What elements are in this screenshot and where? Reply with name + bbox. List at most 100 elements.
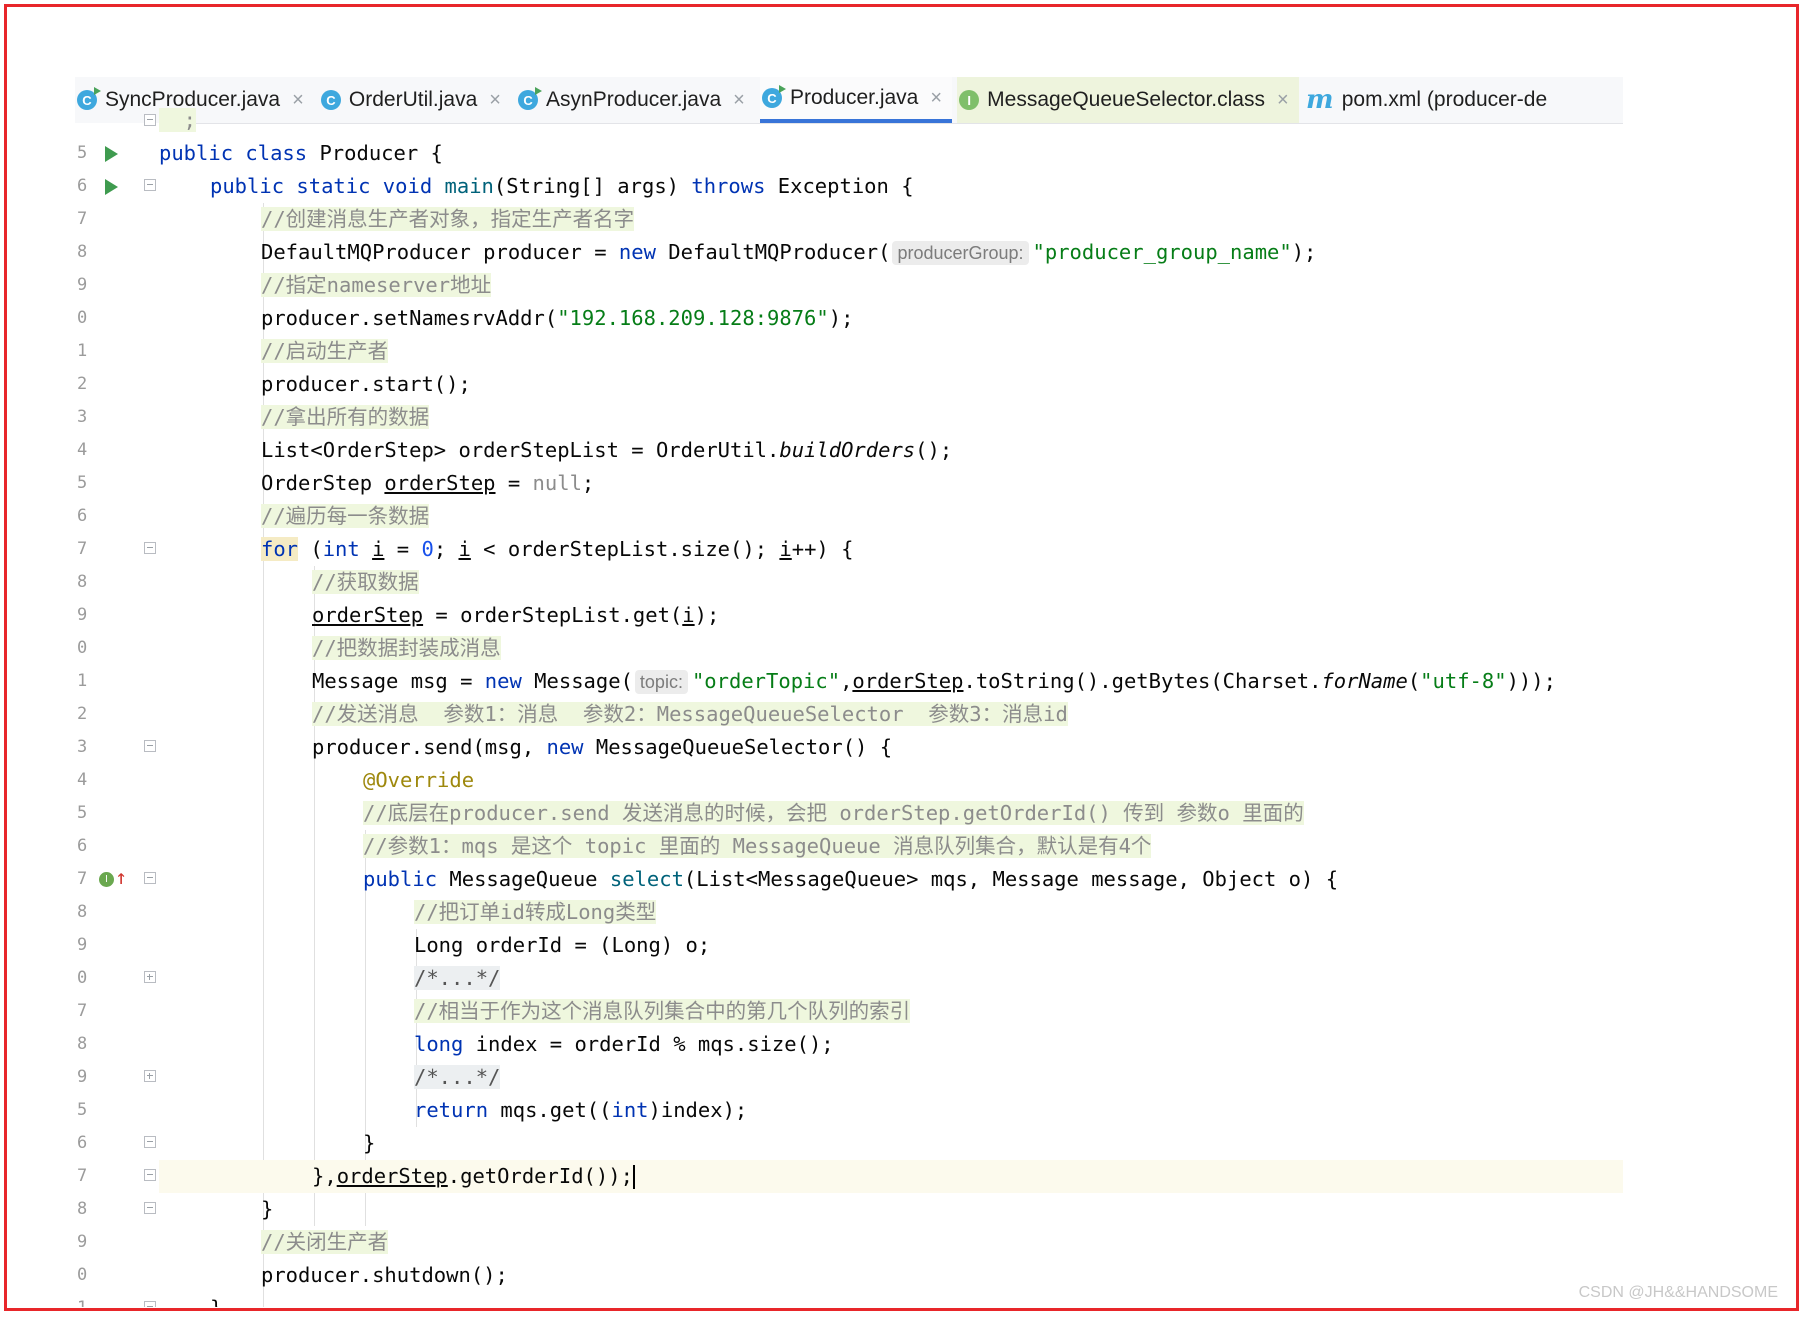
code-line: /*...*/ (159, 962, 1623, 995)
gutter-line: 8 (77, 1034, 88, 1054)
gutter-line: 7 (75, 533, 159, 566)
parameter-hint: topic: (634, 670, 688, 694)
gutter-line: 4 (77, 770, 88, 790)
code-comment: //拿出所有的数据 (261, 405, 430, 429)
fold-icon[interactable] (144, 1169, 156, 1181)
watermark: CSDN @JH&&HANDSOME (1578, 1284, 1778, 1301)
code-line: producer.start(); (261, 372, 471, 396)
gutter-line: 5 (77, 803, 88, 823)
ide-window: C SyncProducer.java × C OrderUtil.java ×… (75, 77, 1623, 1307)
code-line: DefaultMQProducer producer = new Default… (261, 240, 1317, 265)
code-line: //拿出所有的数据 (159, 401, 1623, 434)
gutter-line: 9 (77, 935, 88, 955)
code-comment: //遍历每一条数据 (261, 504, 430, 528)
editor-gutter: 5 6 7 8 9 0 1 2 3 4 5 6 7 8 9 0 1 2 3 4 … (75, 114, 159, 1307)
expand-icon[interactable] (144, 971, 156, 983)
code-comment: //关闭生产者 (261, 1230, 389, 1254)
gutter-line: 1 (75, 1292, 159, 1307)
fold-icon[interactable] (144, 114, 156, 126)
code-line: } (159, 1292, 1623, 1307)
gutter-line: 5 (75, 137, 159, 170)
code-line: Message msg = new Message(topic: "orderTo… (312, 669, 1556, 694)
gutter-line: 3 (77, 407, 88, 427)
code-line: //指定nameserver地址 (159, 269, 1623, 302)
code-line: //底层在producer.send 发送消息的时候，会把 orderStep.… (159, 797, 1623, 830)
code-comment: //创建消息生产者对象，指定生产者名字 (261, 207, 635, 231)
gutter-line: 2 (77, 374, 88, 394)
gutter-line: 6 (75, 1127, 159, 1160)
code-line: public class Producer { (159, 141, 443, 165)
gutter-line: 1 (77, 341, 88, 361)
current-code-line: },orderStep.getOrderId()); (159, 1160, 1623, 1193)
code-line: } (261, 1197, 274, 1221)
code-line: producer.setNamesrvAddr("192.168.209.128… (261, 306, 854, 330)
parameter-hint: producerGroup: (892, 241, 1029, 265)
gutter-line: 8 (77, 902, 88, 922)
screenshot-frame: C SyncProducer.java × C OrderUtil.java ×… (4, 4, 1799, 1311)
code-line: OrderStep orderStep = null; (261, 471, 595, 495)
code-line: //相当于作为这个消息队列集合中的第几个队列的索引 (159, 995, 1623, 1028)
code-line: //把订单id转成Long类型 (159, 896, 1623, 929)
gutter-line: 7 I ↑ (75, 863, 159, 896)
code-line: producer.shutdown(); (261, 1263, 508, 1287)
fold-icon[interactable] (144, 1136, 156, 1148)
code-comment: //获取数据 (312, 570, 419, 594)
gutter-line: 5 (77, 1100, 88, 1120)
text-caret (632, 1165, 635, 1189)
code-line: List<OrderStep> orderStepList = OrderUti… (261, 438, 953, 462)
code-comment: //指定nameserver地址 (261, 273, 492, 297)
fold-icon[interactable] (144, 1202, 156, 1214)
arrow-up-icon[interactable]: ↑ (115, 865, 127, 889)
code-line: /*...*/ (159, 1061, 1623, 1094)
code-comment: //相当于作为这个消息队列集合中的第几个队列的索引 (414, 999, 911, 1023)
fold-icon[interactable] (144, 542, 156, 554)
code-line: public static void main(String[] args) t… (210, 174, 914, 198)
folded-code-block[interactable]: /*...*/ (414, 966, 501, 990)
code-comment: //把订单id转成Long类型 (414, 900, 657, 924)
code-line: ; (159, 108, 197, 132)
code-line: Long orderId = (Long) o; (414, 933, 711, 957)
gutter-line: 0 (77, 638, 88, 658)
run-icon[interactable] (105, 179, 118, 195)
code-line: //获取数据 (159, 566, 1623, 599)
implements-icon[interactable]: I (99, 872, 114, 887)
code-line: //启动生产者 (159, 335, 1623, 368)
gutter-line: 3 (75, 731, 159, 764)
run-icon[interactable] (105, 146, 118, 162)
folded-code-block[interactable]: /*...*/ (414, 1065, 501, 1089)
gutter-line: 7 (77, 209, 88, 229)
gutter-line: 1 (77, 671, 88, 691)
expand-icon[interactable] (144, 1070, 156, 1082)
fold-icon[interactable] (144, 1301, 156, 1307)
code-line: //创建消息生产者对象，指定生产者名字 (159, 203, 1623, 236)
code-line: //发送消息 参数1：消息 参数2：MessageQueueSelector 参… (159, 698, 1623, 731)
code-line: //关闭生产者 (159, 1226, 1623, 1259)
gutter-line: 8 (75, 1193, 159, 1226)
code-line: for (int i = 0; i < orderStepList.size()… (261, 537, 854, 561)
gutter-line: 6 (77, 506, 88, 526)
gutter-line: 9 (77, 605, 88, 625)
gutter-line: 9 (77, 275, 88, 295)
gutter-line: 7 (75, 1160, 159, 1193)
code-line: producer.send(msg, new MessageQueueSelec… (312, 735, 893, 759)
code-comment: //把数据封装成消息 (312, 636, 501, 660)
code-line: } (363, 1131, 376, 1155)
gutter-line (75, 104, 159, 137)
code-comment: //发送消息 参数1：消息 参数2：MessageQueueSelector 参… (312, 702, 1068, 726)
gutter-line: 0 (77, 308, 88, 328)
code-line: public MessageQueue select(List<MessageQ… (363, 867, 1339, 891)
gutter-line: 6 (77, 836, 88, 856)
gutter-line: 0 (75, 962, 159, 995)
gutter-line: 7 (77, 1001, 88, 1021)
fold-icon[interactable] (144, 872, 156, 884)
code-comment: //启动生产者 (261, 339, 389, 363)
code-line: orderStep = orderStepList.get(i); (312, 603, 720, 627)
code-editor[interactable]: ; public class Producer { public static … (159, 108, 1623, 1307)
code-line: //把数据封装成消息 (159, 632, 1623, 665)
fold-icon[interactable] (144, 179, 156, 191)
gutter-line: 4 (77, 440, 88, 460)
gutter-line: 2 (77, 704, 88, 724)
code-line: return mqs.get((int)index); (414, 1098, 748, 1122)
gutter-line: 9 (77, 1232, 88, 1252)
fold-icon[interactable] (144, 740, 156, 752)
